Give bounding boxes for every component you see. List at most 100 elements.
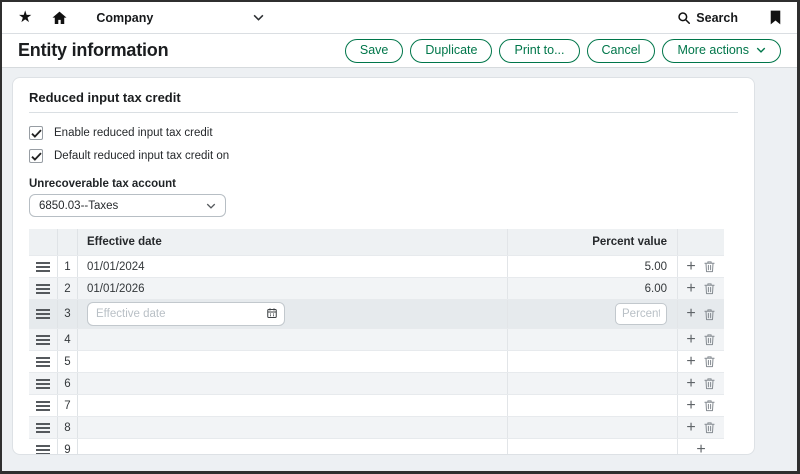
percent-value-cell: 5.00	[508, 256, 678, 277]
row-actions-cell: +	[678, 256, 724, 277]
drag-handle-icon[interactable]	[36, 262, 50, 272]
drag-cell	[29, 329, 58, 350]
add-row-icon[interactable]: +	[686, 332, 695, 348]
main-area: Reduced input tax credit Enable reduced …	[2, 68, 797, 471]
row-actions-cell: +	[678, 439, 724, 455]
actions-column-header	[678, 229, 724, 255]
drag-handle-icon[interactable]	[36, 335, 50, 345]
save-button[interactable]: Save	[345, 39, 404, 63]
drag-handle-icon[interactable]	[36, 401, 50, 411]
drag-cell	[29, 395, 58, 416]
table-row: 3 +	[29, 300, 724, 329]
table-row: 4 +	[29, 329, 724, 351]
effective-date-cell: 01/01/2024	[78, 256, 508, 277]
row-actions-cell: +	[678, 395, 724, 416]
drag-cell	[29, 278, 58, 299]
section-divider	[29, 112, 738, 113]
tax-credit-rate-table: Effective date Percent value 1 01/01/202…	[29, 229, 724, 455]
row-number: 8	[58, 417, 78, 438]
enable-ritc-checkbox[interactable]	[29, 126, 43, 140]
row-actions-cell: +	[678, 329, 724, 350]
page-title: Entity information	[18, 40, 168, 61]
table-row: 8 +	[29, 417, 724, 439]
delete-row-icon[interactable]	[703, 333, 716, 346]
company-dropdown[interactable]: Company	[96, 11, 264, 25]
checkmark-icon	[31, 129, 42, 138]
enable-ritc-checkbox-row[interactable]: Enable reduced input tax credit	[29, 125, 738, 141]
add-row-icon[interactable]: +	[686, 281, 695, 297]
app-window: ★ Company Search Entity information	[0, 0, 800, 474]
drag-handle-icon[interactable]	[36, 284, 50, 294]
effective-date-cell	[78, 329, 508, 350]
unrecoverable-tax-account-value: 6850.03--Taxes	[39, 200, 118, 212]
drag-column-header	[29, 229, 58, 255]
percent-value-cell	[508, 439, 678, 455]
row-actions-cell: +	[678, 373, 724, 394]
delete-row-icon[interactable]	[703, 421, 716, 434]
delete-row-icon[interactable]	[703, 377, 716, 390]
page-header: Entity information Save Duplicate Print …	[2, 34, 797, 68]
favorite-star-icon[interactable]: ★	[18, 10, 32, 26]
percent-value-column-header: Percent value	[508, 229, 678, 255]
add-row-icon[interactable]: +	[686, 398, 695, 414]
percent-value-cell	[508, 395, 678, 416]
enable-ritc-label: Enable reduced input tax credit	[54, 127, 213, 139]
rate-table-header: Effective date Percent value	[29, 229, 724, 256]
checkmark-icon	[31, 152, 42, 161]
drag-handle-icon[interactable]	[36, 309, 50, 319]
unrecoverable-tax-account-select[interactable]: 6850.03--Taxes	[29, 194, 226, 217]
effective-date-cell	[78, 351, 508, 372]
add-row-icon[interactable]: +	[686, 259, 695, 275]
percent-input[interactable]	[615, 303, 667, 325]
table-row: 2 01/01/2026 6.00 +	[29, 278, 724, 300]
drag-cell	[29, 373, 58, 394]
bookmark-icon[interactable]	[770, 10, 781, 25]
more-actions-button[interactable]: More actions	[662, 39, 781, 63]
effective-date-input[interactable]	[87, 302, 285, 326]
effective-date-cell	[78, 373, 508, 394]
drag-handle-icon[interactable]	[36, 445, 50, 455]
duplicate-button[interactable]: Duplicate	[410, 39, 492, 63]
drag-handle-icon[interactable]	[36, 357, 50, 367]
table-row: 9 +	[29, 439, 724, 455]
effective-date-cell: 01/01/2026	[78, 278, 508, 299]
print-to-button[interactable]: Print to...	[499, 39, 579, 63]
drag-handle-icon[interactable]	[36, 379, 50, 389]
delete-row-icon[interactable]	[703, 399, 716, 412]
drag-cell	[29, 256, 58, 277]
row-number: 3	[58, 300, 78, 328]
percent-value-cell	[508, 329, 678, 350]
home-icon[interactable]	[51, 10, 68, 26]
drag-cell	[29, 417, 58, 438]
add-row-icon[interactable]: +	[686, 376, 695, 392]
cancel-button[interactable]: Cancel	[587, 39, 656, 63]
section-title: Reduced input tax credit	[29, 84, 738, 105]
calendar-icon[interactable]	[266, 307, 278, 319]
default-ritc-checkbox-row[interactable]: Default reduced input tax credit on	[29, 148, 738, 164]
default-ritc-checkbox[interactable]	[29, 149, 43, 163]
row-number: 6	[58, 373, 78, 394]
search-control[interactable]: Search	[677, 11, 738, 25]
more-actions-label: More actions	[677, 43, 749, 58]
add-row-icon[interactable]: +	[686, 420, 695, 436]
percent-value-cell	[508, 300, 678, 328]
add-row-icon[interactable]: +	[696, 442, 705, 456]
table-row: 5 +	[29, 351, 724, 373]
effective-date-value: 01/01/2026	[87, 283, 145, 295]
delete-row-icon[interactable]	[703, 282, 716, 295]
delete-row-icon[interactable]	[703, 308, 716, 321]
table-row: 6 +	[29, 373, 724, 395]
percent-value-cell: 6.00	[508, 278, 678, 299]
search-label: Search	[696, 11, 738, 25]
chevron-down-icon	[253, 14, 264, 21]
delete-row-icon[interactable]	[703, 260, 716, 273]
effective-date-value: 01/01/2024	[87, 261, 145, 273]
table-row: 1 01/01/2024 5.00 +	[29, 256, 724, 278]
row-actions-cell: +	[678, 351, 724, 372]
add-row-icon[interactable]: +	[686, 306, 695, 322]
row-number-column-header	[58, 229, 78, 255]
drag-handle-icon[interactable]	[36, 423, 50, 433]
add-row-icon[interactable]: +	[686, 354, 695, 370]
delete-row-icon[interactable]	[703, 355, 716, 368]
row-number: 1	[58, 256, 78, 277]
